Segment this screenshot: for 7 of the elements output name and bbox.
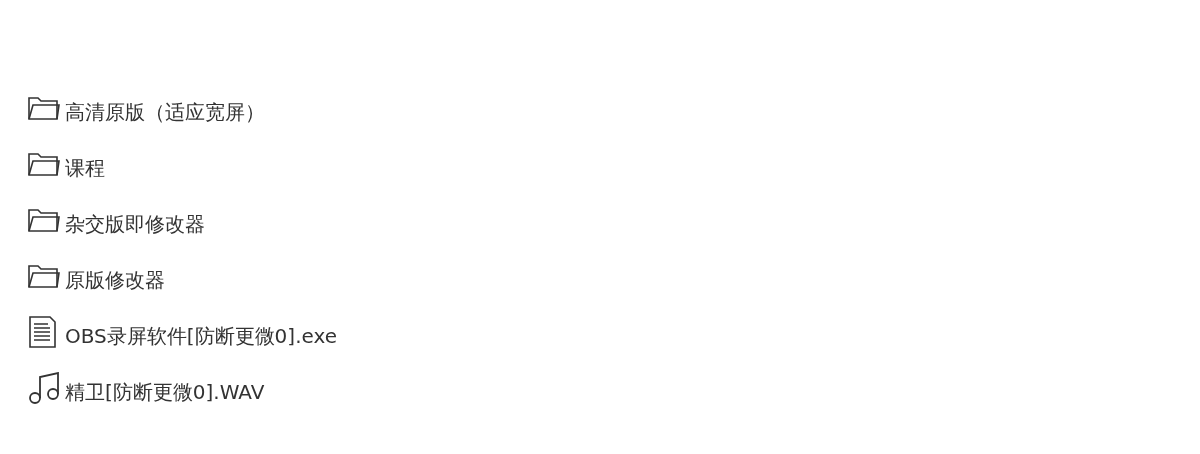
file-name-link[interactable]: 课程 bbox=[65, 156, 105, 180]
file-name-link[interactable]: 杂交版即修改器 bbox=[65, 212, 205, 236]
music-note-icon bbox=[27, 372, 61, 404]
file-name-link[interactable]: 原版修改器 bbox=[65, 268, 165, 292]
file-name-link[interactable]: OBS录屏软件[防断更微0].exe bbox=[65, 324, 337, 348]
file-name-link[interactable]: 精卫[防断更微0].WAV bbox=[65, 380, 265, 404]
file-name-link[interactable]: 高清原版（适应宽屏） bbox=[65, 100, 265, 124]
